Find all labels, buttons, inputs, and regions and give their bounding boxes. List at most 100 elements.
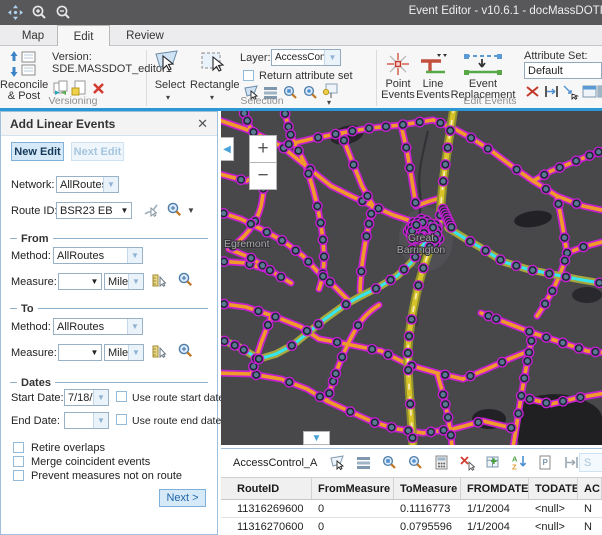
from-method-combo[interactable]: AllRoutes▼ [53, 247, 143, 264]
to-units-combo[interactable]: Miles▼ [104, 344, 144, 361]
table-clear-selection-icon[interactable] [459, 454, 476, 471]
select-dropdown-caret[interactable]: ▾ [166, 93, 170, 102]
retire-overlaps-checkbox[interactable] [13, 442, 24, 453]
new-edit-button[interactable]: New Edit [11, 142, 64, 161]
clear-selection-icon[interactable] [322, 82, 339, 99]
select-button[interactable]: Select [153, 79, 187, 91]
from-measure-combo[interactable]: ▼ [58, 273, 102, 290]
attribute-set-combo[interactable]: Default [524, 62, 602, 79]
map-zoom-out-button[interactable]: − [249, 162, 277, 190]
to-method-arrow[interactable]: ▼ [127, 319, 142, 334]
events-panel-2-icon[interactable] [596, 83, 602, 100]
next-edit-button[interactable]: Next Edit [71, 142, 124, 161]
zoom-to-route-icon[interactable] [166, 201, 183, 218]
table-measure-columns-icon[interactable] [563, 454, 580, 471]
table-row[interactable]: 1131627060000.07955961/1/2004<null>N [221, 518, 602, 535]
panel-close-icon[interactable]: ✕ [197, 116, 208, 132]
column-header[interactable]: AC [578, 478, 602, 499]
route-id-combo-arrow[interactable]: ▼ [118, 206, 131, 215]
new-version-icon[interactable] [71, 79, 88, 96]
ribbon: Reconcile & Post Version: SDE.MASSDOT_ed… [0, 46, 602, 108]
map-label-great: Great [408, 232, 434, 244]
to-measure-combo[interactable]: ▼ [58, 344, 102, 361]
to-section-divider: To [10, 302, 208, 315]
table-toolbar: AccessControl_A AZ P S [221, 449, 602, 477]
select-route-on-map-icon[interactable] [143, 202, 160, 219]
table-cell: 1/1/2004 [461, 500, 529, 517]
from-measure-arrow[interactable]: ▼ [88, 277, 101, 286]
column-header[interactable]: FromMeasure [312, 478, 394, 499]
table-pan-to-selected-icon[interactable] [407, 454, 424, 471]
column-header[interactable]: FROMDATE [461, 478, 529, 499]
tab-edit[interactable]: Edit [57, 25, 110, 47]
table-add-record-icon[interactable] [485, 454, 502, 471]
measure-event-icon[interactable] [543, 83, 560, 100]
collapse-left-panel-arrow[interactable]: ◀ [221, 137, 234, 161]
table-cell: 11316269600 [221, 500, 312, 517]
table-row[interactable]: 1131626960000.11167731/1/2004<null>N [221, 500, 602, 518]
to-measure-picker-icon[interactable] [151, 343, 168, 360]
rectangle-select-icon[interactable] [198, 48, 226, 76]
rectangle-dropdown-caret[interactable]: ▾ [210, 93, 214, 102]
to-units-arrow[interactable]: ▼ [128, 345, 143, 360]
zoom-route-caret[interactable]: ▼ [187, 206, 195, 215]
version-changes-icon[interactable] [52, 79, 69, 96]
map-canvas[interactable]: Egremont Great Barrington [221, 111, 602, 445]
table-calculate-icon[interactable] [433, 454, 450, 471]
route-id-combo[interactable]: BSR23 EB▼ [56, 202, 132, 219]
merge-coincident-checkbox[interactable] [13, 456, 24, 467]
zoom-in-icon[interactable] [31, 4, 48, 21]
return-attribute-set-checkbox[interactable] [243, 70, 254, 81]
column-header[interactable]: ToMeasure [394, 478, 461, 499]
start-date-arrow[interactable]: ▼ [93, 390, 108, 405]
map-label-barrington: Barrington [397, 244, 446, 256]
edit-events-group-label: Edit Events [440, 95, 540, 107]
network-combo[interactable]: AllRoutes▼ [56, 176, 119, 193]
layer-combo-arrow[interactable]: ▼ [324, 50, 340, 65]
from-zoom-measure-icon[interactable] [177, 271, 194, 288]
layer-combo[interactable]: AccessControl_A▼ [271, 49, 341, 66]
next-button[interactable]: Next > [159, 489, 206, 507]
column-header[interactable]: RouteID [221, 478, 312, 499]
add-linear-events-panel: Add Linear Events ✕ New Edit Next Edit N… [0, 111, 218, 535]
to-method-combo[interactable]: AllRoutes▼ [53, 318, 143, 335]
rectangle-button[interactable]: Rectangle [190, 79, 236, 91]
to-zoom-measure-icon[interactable] [177, 342, 194, 359]
tab-review[interactable]: Review [116, 25, 174, 46]
pan-icon[interactable] [7, 4, 24, 21]
prevent-measures-checkbox[interactable] [13, 470, 24, 481]
table-sort-icon[interactable]: AZ [511, 454, 528, 471]
start-date-combo[interactable]: 7/18/▼ [64, 389, 109, 406]
snap-event-icon[interactable] [562, 83, 579, 100]
tab-map[interactable]: Map [10, 25, 56, 46]
to-measure-arrow[interactable]: ▼ [88, 348, 101, 357]
table-options-icon[interactable] [355, 454, 372, 471]
table-cell: 11316270600 [221, 518, 312, 535]
end-date-arrow[interactable]: ▼ [93, 413, 108, 428]
point-events-icon[interactable] [386, 52, 410, 76]
attribute-table-panel: AccessControl_A AZ P S RouteIDFromMeasur… [221, 448, 602, 535]
line-events-icon[interactable] [419, 52, 447, 76]
network-combo-arrow[interactable]: ▼ [103, 177, 118, 192]
use-route-start-date-checkbox[interactable] [116, 391, 127, 402]
column-header[interactable]: TODATE [529, 478, 578, 499]
use-route-end-date-checkbox[interactable] [116, 414, 127, 425]
from-units-combo[interactable]: Miles▼ [104, 273, 144, 290]
line-button-point-events[interactable]: Point Events [381, 79, 415, 101]
event-replacement-icon[interactable] [462, 52, 504, 76]
from-measure-picker-icon[interactable] [151, 272, 168, 289]
map-viewport[interactable]: Egremont Great Barrington ◀ + − ▼ [221, 111, 602, 445]
zoom-out-icon[interactable] [55, 4, 72, 21]
from-method-arrow[interactable]: ▼ [127, 248, 142, 263]
table-report-icon[interactable]: P [537, 454, 554, 471]
map-zoom-in-button[interactable]: + [249, 135, 277, 163]
table-select-features-icon[interactable] [329, 454, 346, 471]
collapse-table-arrow[interactable]: ▼ [303, 431, 330, 445]
select-tool-icon[interactable] [153, 48, 181, 76]
clear-selection-caret[interactable]: ▾ [327, 98, 331, 107]
from-units-arrow[interactable]: ▼ [128, 274, 143, 289]
end-date-combo[interactable]: ▼ [64, 412, 109, 429]
table-cut-combo[interactable]: S [579, 453, 602, 472]
reconcile-post-icon[interactable] [8, 49, 40, 79]
table-zoom-to-selected-icon[interactable] [381, 454, 398, 471]
